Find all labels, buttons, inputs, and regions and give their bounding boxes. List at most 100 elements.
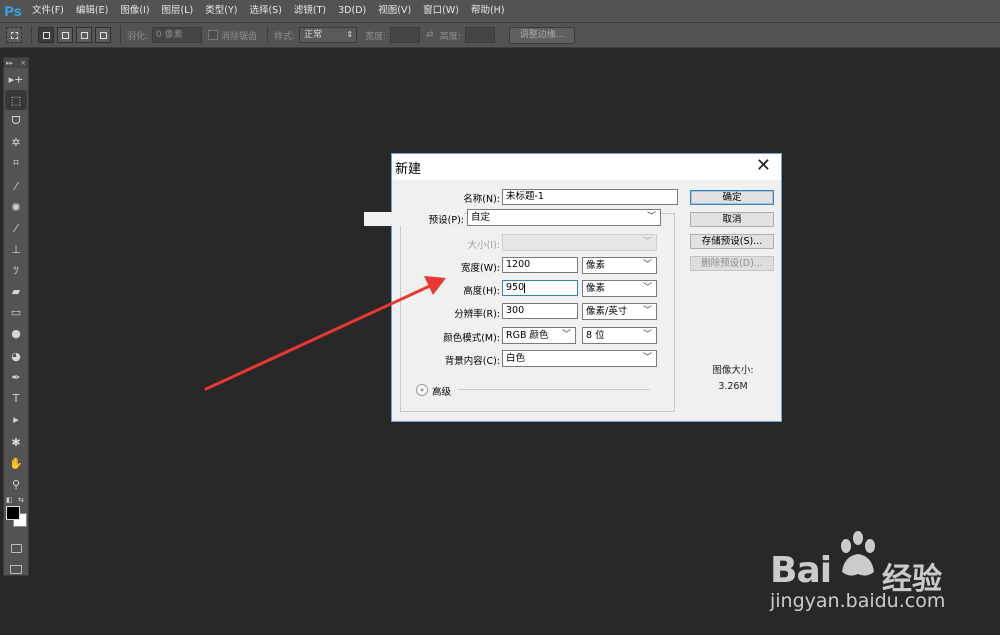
width-input[interactable]	[390, 27, 421, 43]
tools-panel-header[interactable]: ▸▸ ×	[4, 58, 28, 68]
marquee-tool-icon[interactable]: ⬚	[5, 90, 27, 110]
healing-brush-tool-icon[interactable]: ✺	[5, 197, 27, 217]
subtract-selection-icon[interactable]	[76, 27, 92, 43]
menu-window[interactable]: 窗口(W)	[417, 0, 465, 22]
separator	[120, 26, 121, 44]
feather-input[interactable]: 0 像素	[152, 27, 203, 43]
divider	[458, 389, 650, 390]
style-select[interactable]: 正常	[299, 27, 358, 43]
preset-label: 预设(P):	[364, 212, 464, 226]
path-selection-tool-icon[interactable]: ▸	[5, 409, 27, 429]
preset-select[interactable]: 自定 ﹀	[467, 209, 661, 226]
swap-icon[interactable]: ⇄	[426, 30, 434, 40]
gradient-tool-icon[interactable]: ▭	[5, 302, 27, 322]
options-bar: 羽化: 0 像素 消除锯齿 样式: 正常 宽度: ⇄ 高度: 调整边缘...	[0, 22, 1000, 48]
color-mode-label: 颜色模式(M):	[443, 333, 500, 344]
close-icon[interactable]: ×	[20, 58, 26, 68]
menu-image[interactable]: 图像(I)	[114, 0, 155, 22]
width-label: 宽度(W):	[460, 263, 500, 274]
name-label: 名称(N):	[463, 194, 500, 205]
ok-button[interactable]: 确定	[690, 190, 774, 205]
width-label: 宽度:	[365, 31, 387, 42]
width-unit-select[interactable]: 像素 ﹀	[582, 257, 657, 274]
eyedropper-tool-icon[interactable]: ⁄	[5, 176, 27, 196]
style-label: 样式:	[274, 31, 296, 42]
expand-advanced-icon[interactable]: »	[416, 384, 428, 396]
watermark-url: jingyan.baidu.com	[770, 590, 946, 612]
intersect-selection-icon[interactable]	[95, 27, 111, 43]
height-value: 950	[506, 282, 525, 293]
default-colors-icon[interactable]: ◧	[6, 496, 13, 504]
eraser-tool-icon[interactable]: ▰	[5, 281, 27, 301]
lasso-tool-icon[interactable]: ᗜ	[5, 111, 27, 131]
pen-tool-icon[interactable]: ✒	[5, 367, 27, 387]
bit-depth-value: 8 位	[586, 330, 605, 341]
menu-view[interactable]: 视图(V)	[372, 0, 417, 22]
screen-mode-icon[interactable]	[5, 559, 27, 579]
resolution-input[interactable]: 300	[502, 303, 578, 319]
refine-edge-button[interactable]: 调整边缘...	[508, 26, 576, 44]
delete-preset-button: 删除预设(D)...	[690, 256, 774, 271]
text-cursor	[524, 282, 526, 293]
bit-depth-select[interactable]: 8 位 ﹀	[582, 327, 657, 344]
chevron-down-icon: ﹀	[642, 260, 652, 270]
clone-stamp-tool-icon[interactable]: ⊥	[5, 239, 27, 259]
antialias-checkbox[interactable]	[208, 30, 219, 40]
separator	[31, 26, 32, 44]
menu-edit[interactable]: 编辑(E)	[70, 0, 114, 22]
type-tool-icon[interactable]: T	[5, 388, 27, 408]
dialog-title: 新建	[395, 162, 422, 177]
collapse-icon[interactable]: ▸▸	[6, 58, 13, 68]
height-unit-value: 像素	[586, 283, 606, 294]
height-input[interactable]	[464, 27, 495, 43]
menu-filter[interactable]: 滤镜(T)	[288, 0, 332, 22]
hand-tool-icon[interactable]: ✋	[5, 453, 27, 473]
menu-layer[interactable]: 图层(L)	[156, 0, 200, 22]
paw-logo-icon	[841, 531, 875, 576]
menu-help[interactable]: 帮助(H)	[465, 0, 511, 22]
height-label: 高度:	[439, 31, 461, 42]
chevron-down-icon: ﹀	[642, 306, 652, 316]
resolution-unit-value: 像素/英寸	[586, 306, 628, 317]
magic-wand-tool-icon[interactable]: ✲	[5, 132, 27, 152]
move-tool-icon[interactable]: ▸+	[5, 69, 27, 89]
image-size-label: 图像大小:	[712, 365, 754, 376]
blur-tool-icon[interactable]: ●	[5, 323, 27, 343]
menu-select[interactable]: 选择(S)	[243, 0, 287, 22]
swap-colors-icon[interactable]: ⇆	[18, 496, 24, 504]
crop-tool-icon[interactable]: ⌗	[5, 153, 27, 173]
zoom-tool-icon[interactable]: ⚲	[5, 474, 27, 494]
foreground-color-swatch[interactable]	[6, 506, 20, 520]
height-input[interactable]: 950	[502, 280, 578, 296]
height-label: 高度(H):	[463, 286, 500, 297]
advanced-label[interactable]: 高级	[432, 384, 451, 398]
width-input[interactable]: 1200	[502, 257, 578, 273]
close-icon[interactable]: ✕	[756, 157, 771, 175]
watermark-brand: Bai	[770, 550, 832, 591]
size-label: 大小(I):	[467, 240, 500, 251]
chevron-down-icon: ﹀	[642, 237, 652, 247]
tool-list: ▸+ ⬚ ᗜ ✲ ⌗ ⁄ ✺ ⁄ ⊥ ﾂ ▰ ▭ ● ◕ ✒ T ▸ ✱ ✋ ⚲	[4, 69, 28, 494]
custom-shape-tool-icon[interactable]: ✱	[5, 432, 27, 452]
color-swatches[interactable]: ◧ ⇆	[4, 496, 28, 536]
name-input[interactable]: 未标题-1	[502, 189, 678, 205]
menu-file[interactable]: 文件(F)	[26, 0, 70, 22]
resolution-unit-select[interactable]: 像素/英寸 ﹀	[582, 303, 657, 320]
history-brush-tool-icon[interactable]: ﾂ	[5, 260, 27, 280]
color-mode-select[interactable]: RGB 颜色 ﹀	[502, 327, 576, 344]
tool-preset-icon[interactable]	[6, 27, 22, 43]
new-selection-icon[interactable]	[38, 27, 54, 43]
chevron-down-icon: ﹀	[642, 353, 652, 363]
menu-bar: Ps 文件(F) 编辑(E) 图像(I) 图层(L) 类型(Y) 选择(S) 滤…	[0, 0, 1000, 22]
quick-mask-icon[interactable]	[5, 538, 27, 558]
dodge-tool-icon[interactable]: ◕	[5, 346, 27, 366]
chevron-down-icon: ﹀	[642, 283, 652, 293]
cancel-button[interactable]: 取消	[690, 212, 774, 227]
brush-tool-icon[interactable]: ⁄	[5, 218, 27, 238]
menu-type[interactable]: 类型(Y)	[199, 0, 243, 22]
height-unit-select[interactable]: 像素 ﹀	[582, 280, 657, 297]
add-selection-icon[interactable]	[57, 27, 73, 43]
save-preset-button[interactable]: 存储预设(S)...	[690, 234, 774, 249]
background-select[interactable]: 白色 ﹀	[502, 350, 657, 367]
menu-3d[interactable]: 3D(D)	[332, 0, 372, 22]
